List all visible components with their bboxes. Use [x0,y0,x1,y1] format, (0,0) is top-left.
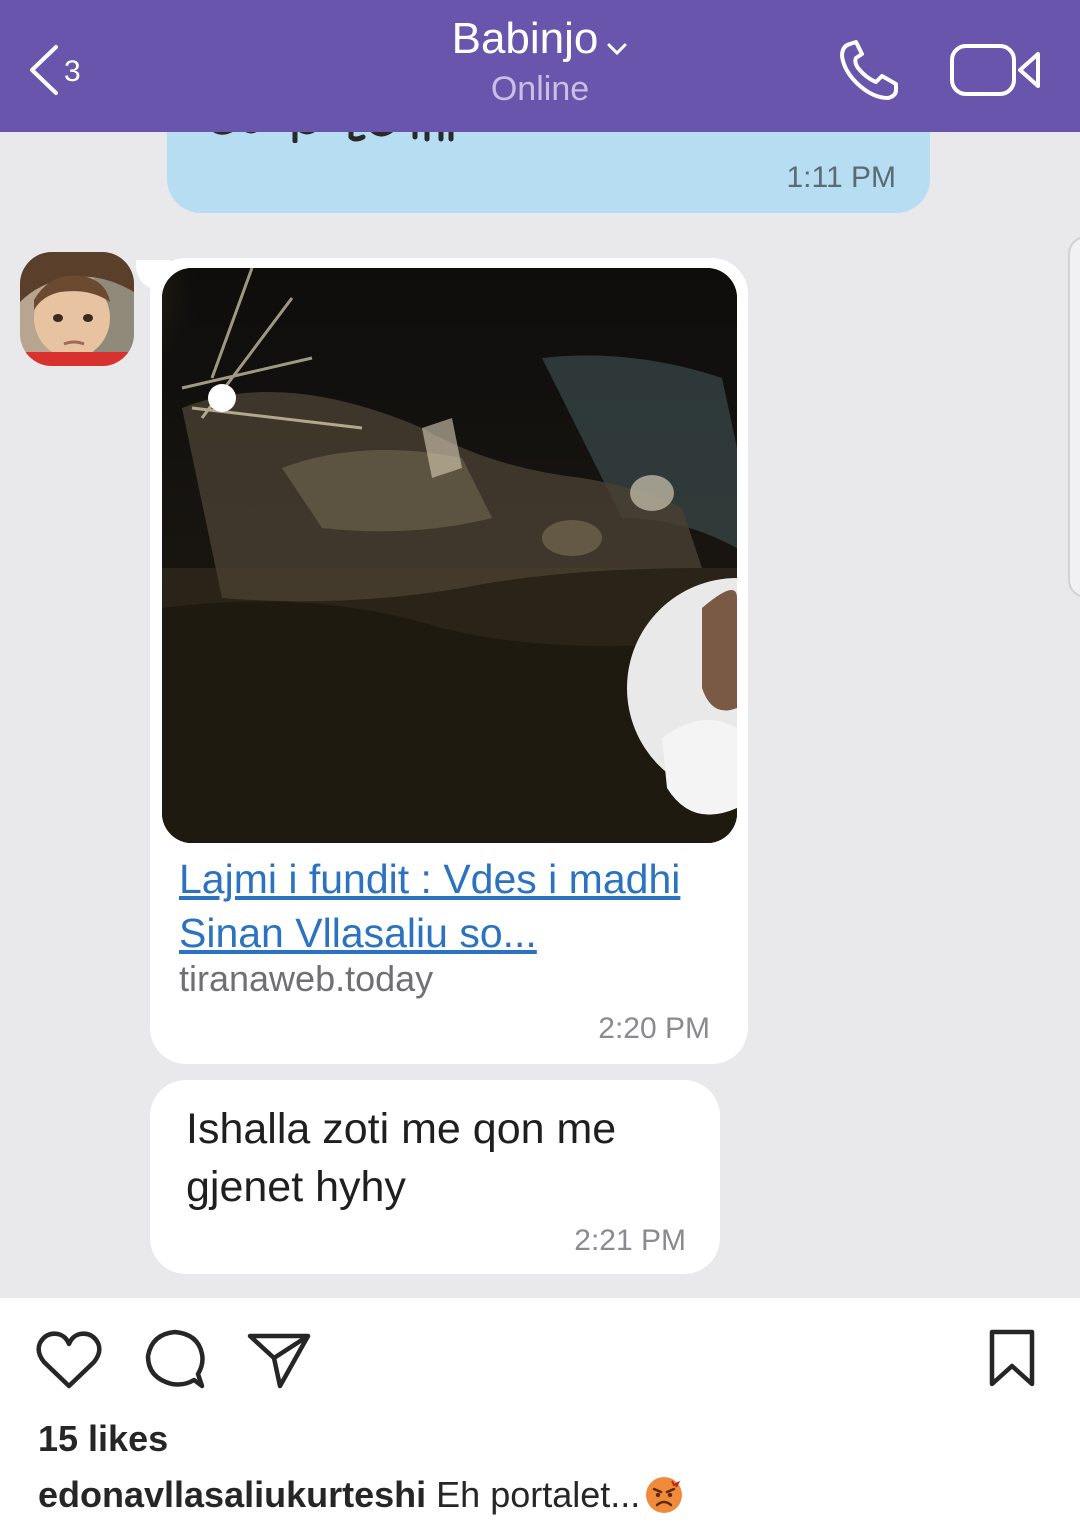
viber-chat-screenshot: 1:11 PM Lajmi i fundit: Vdes i madhi Si… [0,0,1080,1298]
instagram-post-footer: 15 likes edonavllasaliukurteshi Eh porta… [0,1298,1080,1531]
contact-title[interactable]: Babinjo Online [340,14,740,109]
offscreen-bubble-edge [1068,236,1080,598]
post-caption: edonavllasaliukurteshi Eh portalet... [38,1474,684,1516]
contact-avatar[interactable] [20,252,134,366]
back-chevron-icon [30,45,58,95]
video-camera-icon [950,44,1040,96]
accident-photo [162,268,737,843]
angry-face-emoji-icon [646,1477,683,1513]
caption-text: Eh portalet... [436,1474,641,1515]
share-icon [247,1333,311,1389]
avatar-photo [20,252,134,366]
comment-icon [145,1329,205,1389]
bookmark-icon [989,1329,1035,1387]
contact-status: Online [490,70,590,108]
link-preview-image[interactable] [162,268,737,843]
video-call-button[interactable] [948,40,1044,100]
phone-icon [840,40,898,100]
message-time: 2:20 PM [598,1012,710,1045]
chat-header: 3 Babinjo Online [0,0,1080,132]
likes-count[interactable]: 15 likes [38,1418,168,1460]
link-preview-title[interactable]: Lajmi i fundit : Vdes i madhi Sinan Vlla… [179,852,739,960]
heart-icon [36,1331,102,1389]
comment-button[interactable] [144,1328,206,1390]
call-button[interactable] [836,38,902,104]
incoming-message-bubble[interactable]: Ishalla zoti me qon me gjenet hyhy 2:21 … [150,1080,720,1274]
like-button[interactable] [36,1330,102,1390]
share-button[interactable] [246,1330,312,1390]
caption-username[interactable]: edonavllasaliukurteshi [38,1474,426,1515]
link-preview-bubble[interactable]: Lajmi i fundit : Vdes i madhi Sinan Vlla… [136,258,748,1064]
message-text: Ishalla zoti me qon me gjenet hyhy [186,1105,617,1211]
link-preview-domain: tiranaweb.today [179,958,434,999]
save-button[interactable] [988,1328,1036,1388]
contact-name: Babinjo [451,14,599,63]
back-button[interactable]: 3 [26,40,106,100]
message-time: 2:21 PM [574,1224,686,1257]
chevron-down-icon [607,43,627,55]
message-time: 1:11 PM [786,161,897,194]
unread-count: 3 [64,55,81,88]
